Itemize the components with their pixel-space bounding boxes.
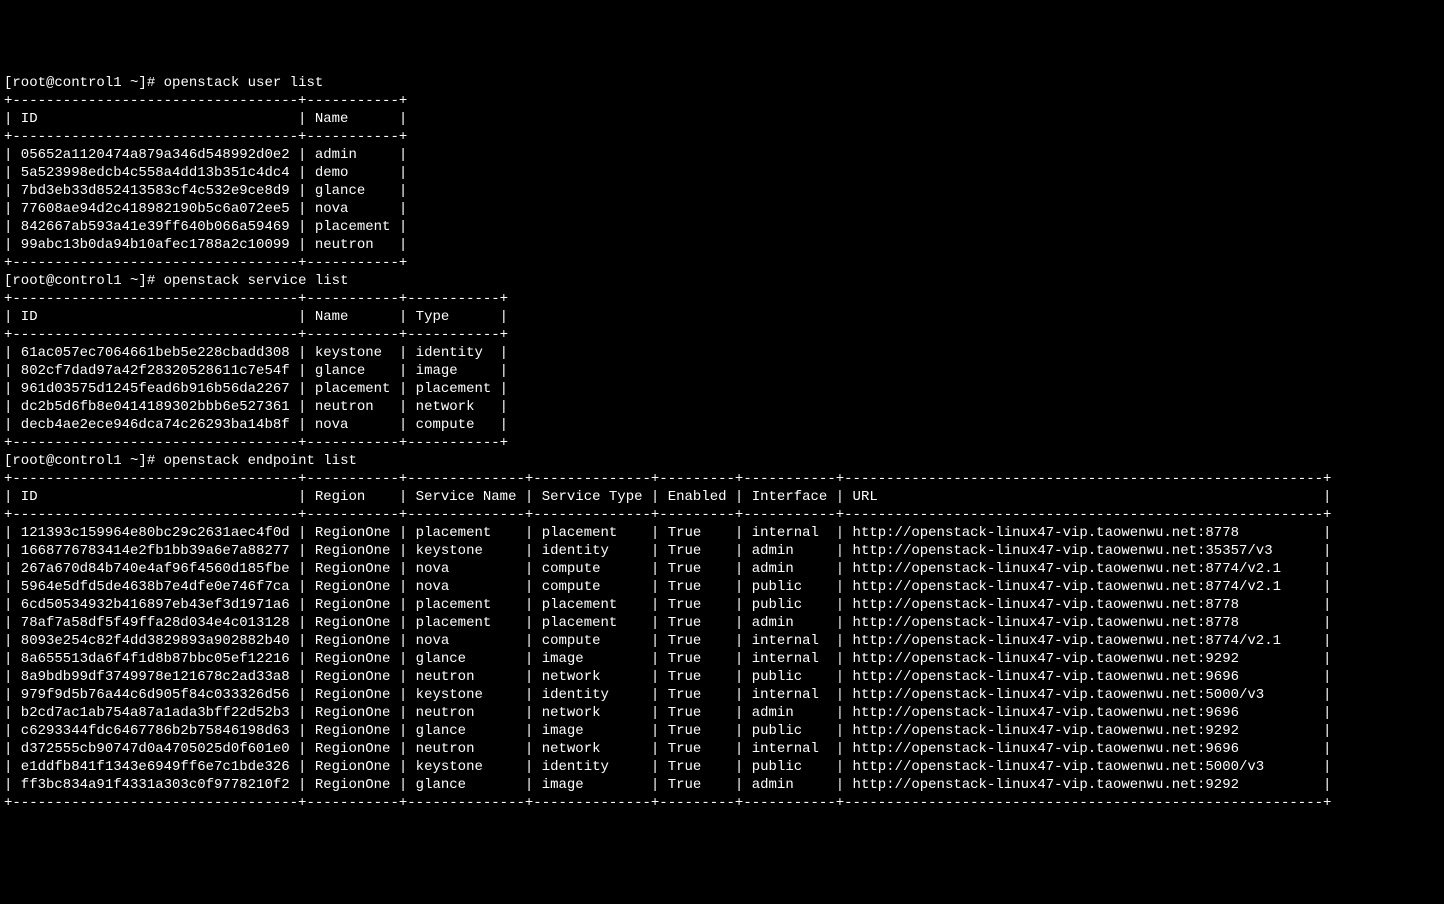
command-service-list: openstack service list <box>164 273 349 289</box>
prompt: [root@control1 ~]# <box>4 75 164 91</box>
prompt: [root@control1 ~]# <box>4 453 164 469</box>
command-endpoint-list: openstack endpoint list <box>164 453 357 469</box>
terminal-output[interactable]: [root@control1 ~]# openstack user list +… <box>4 74 1440 812</box>
user-table: +----------------------------------+----… <box>4 93 407 271</box>
prompt: [root@control1 ~]# <box>4 273 164 289</box>
endpoint-table: +----------------------------------+----… <box>4 471 1331 811</box>
service-table: +----------------------------------+----… <box>4 291 508 451</box>
command-user-list: openstack user list <box>164 75 324 91</box>
